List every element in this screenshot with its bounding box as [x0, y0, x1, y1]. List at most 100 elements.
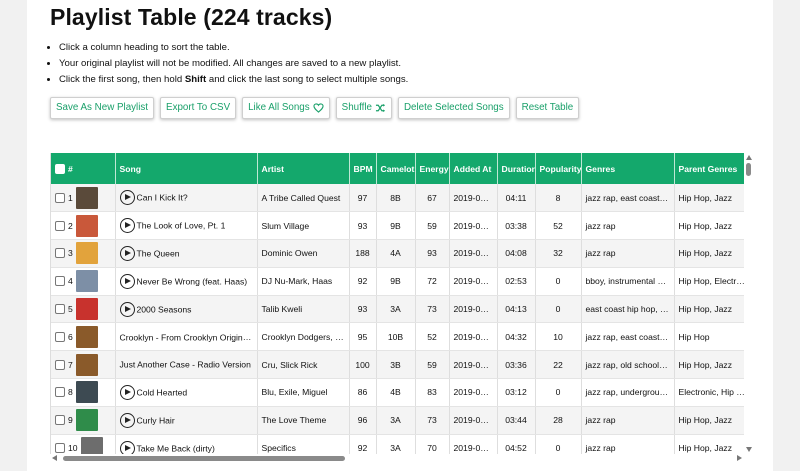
cell-song: Never Be Wrong (feat. Haas)	[115, 267, 258, 296]
like-all-songs-button[interactable]: Like All Songs	[242, 97, 330, 119]
table-row[interactable]: 3 The Queen Dominic Owen 188 4A 93 2019-03-12 0…	[51, 239, 744, 268]
column-header-energy[interactable]: Energy	[415, 153, 450, 184]
export-to-csv-button[interactable]: Export To CSV	[160, 97, 237, 119]
cell-popularity: 10	[535, 322, 582, 352]
cell-duration: 03:44	[497, 406, 536, 435]
column-header-song[interactable]: Song	[115, 153, 258, 184]
horizontal-scrollbar[interactable]	[50, 454, 744, 463]
play-icon[interactable]	[119, 218, 135, 234]
cell-song: Curly Hair	[115, 406, 258, 435]
row-checkbox[interactable]	[55, 359, 65, 370]
cell-artist: The Love Theme	[257, 406, 350, 435]
row-checkbox[interactable]	[55, 248, 65, 259]
cell-duration: 04:11	[497, 184, 536, 213]
column-header-artist[interactable]: Artist	[257, 153, 350, 184]
playlist-table-container: # Song Artist BPM Camelot Energy Added A…	[50, 153, 744, 454]
cell-bpm: 97	[349, 184, 377, 213]
cell-index: 6	[51, 322, 116, 352]
instruction-item: Click a column heading to sort the table…	[59, 40, 408, 56]
scroll-up-icon[interactable]	[746, 155, 752, 160]
table-row[interactable]: 6 Crooklyn - From Crooklyn Original … Croo…	[51, 322, 744, 352]
cell-bpm: 93	[349, 295, 377, 324]
column-header-popularity[interactable]: Popularity	[535, 153, 582, 184]
select-all-checkbox[interactable]	[55, 163, 65, 174]
cell-added-at: 2019-04-26	[449, 406, 498, 435]
column-header-genres[interactable]: Genres	[581, 153, 675, 184]
cell-popularity: 28	[535, 406, 582, 435]
table-row[interactable]: 9 Curly Hair The Love Theme 96 3A 73 2019-04-2…	[51, 406, 744, 435]
column-header-added-at[interactable]: Added At	[449, 153, 498, 184]
reset-table-button[interactable]: Reset Table	[515, 97, 580, 119]
album-cover	[75, 353, 98, 376]
cell-genres: jazz rap, old school hi…	[581, 350, 675, 380]
cell-energy: 93	[415, 239, 450, 268]
table-row[interactable]: 10 Take Me Back (dirty) Specifics 92 3A 70 201…	[51, 434, 744, 454]
cell-artist: Talib Kweli	[257, 295, 350, 324]
scroll-left-icon[interactable]	[52, 455, 57, 461]
cell-popularity: 32	[535, 239, 582, 268]
column-header-camelot[interactable]: Camelot	[376, 153, 416, 184]
vertical-scroll-thumb[interactable]	[746, 163, 751, 176]
cell-artist: Dominic Owen	[257, 239, 350, 268]
cell-popularity: 0	[535, 267, 582, 296]
cell-added-at: 2019-03-12	[449, 295, 498, 324]
table-row[interactable]: 1 Can I Kick It? A Tribe Called Quest 97 8B 6…	[51, 184, 744, 213]
row-checkbox[interactable]	[55, 192, 65, 203]
cell-bpm: 188	[349, 239, 377, 268]
cell-added-at: 2019-03-12	[449, 184, 498, 213]
table-row[interactable]: 4 Never Be Wrong (feat. Haas) DJ Nu-Mark, …	[51, 267, 744, 296]
column-header-duration[interactable]: Duration	[497, 153, 536, 184]
cell-parent-genres: Hip Hop, Jazz	[674, 239, 744, 268]
row-checkbox[interactable]	[55, 220, 65, 231]
vertical-scrollbar[interactable]	[745, 153, 753, 454]
row-checkbox[interactable]	[55, 443, 65, 454]
cell-duration: 04:32	[497, 322, 536, 352]
instructions-list: Click a column heading to sort the table…	[39, 40, 408, 88]
delete-selected-songs-button[interactable]: Delete Selected Songs	[397, 97, 510, 119]
row-checkbox[interactable]	[55, 387, 65, 398]
column-header-parent-genres[interactable]: Parent Genres	[674, 153, 744, 184]
cell-added-at: 2019-03-12	[449, 378, 498, 407]
cell-energy: 59	[415, 350, 450, 380]
play-icon[interactable]	[119, 190, 135, 206]
cell-artist: Blu, Exile, Miguel	[257, 378, 350, 407]
cell-duration: 04:13	[497, 295, 536, 324]
table-row[interactable]: 2 The Look of Love, Pt. 1 Slum Village 93 9B…	[51, 211, 744, 241]
table-row[interactable]: 7 Just Another Case - Radio Version Cru, S…	[51, 350, 744, 380]
cell-artist: DJ Nu-Mark, Haas	[257, 267, 350, 296]
shuffle-button[interactable]: Shuffle	[335, 97, 392, 119]
cell-index: 1	[51, 184, 116, 213]
row-checkbox[interactable]	[55, 331, 65, 342]
cell-index: 5	[51, 295, 116, 324]
table-row[interactable]: 8 Cold Hearted Blu, Exile, Miguel 86 4B 83 201…	[51, 378, 744, 407]
cell-parent-genres: Hip Hop, Electronic	[674, 267, 744, 296]
column-header-index[interactable]: #	[51, 153, 116, 184]
cell-genres: jazz rap, east coast hi…	[581, 322, 675, 352]
cell-camelot: 4B	[376, 378, 416, 407]
toolbar: Save As New Playlist Export To CSV Like …	[50, 97, 580, 119]
cell-song: Just Another Case - Radio Version	[115, 350, 258, 380]
scroll-right-icon[interactable]	[737, 455, 742, 461]
scroll-down-icon[interactable]	[746, 447, 752, 452]
horizontal-scroll-thumb[interactable]	[63, 456, 345, 461]
cell-artist: A Tribe Called Quest	[257, 184, 350, 213]
cell-added-at: 2019-03-12	[449, 350, 498, 380]
play-icon[interactable]	[119, 245, 135, 261]
row-checkbox[interactable]	[55, 276, 65, 287]
cell-energy: 70	[415, 434, 450, 454]
play-icon[interactable]	[119, 301, 135, 317]
row-checkbox[interactable]	[55, 415, 65, 426]
cell-duration: 02:53	[497, 267, 536, 296]
table-row[interactable]: 5 2000 Seasons Talib Kweli 93 3A 73 2019-03-12…	[51, 295, 744, 324]
row-checkbox[interactable]	[55, 304, 65, 315]
play-icon[interactable]	[119, 440, 135, 454]
play-icon[interactable]	[119, 412, 135, 428]
play-icon[interactable]	[119, 384, 135, 400]
cell-artist: Cru, Slick Rick	[257, 350, 350, 380]
save-as-new-playlist-button[interactable]: Save As New Playlist	[50, 97, 155, 119]
play-icon[interactable]	[119, 273, 135, 289]
column-header-bpm[interactable]: BPM	[349, 153, 377, 184]
cell-index: 10	[51, 434, 116, 454]
cell-added-at: 2019-03-12	[449, 434, 498, 454]
cell-genres: bboy, instrumental hi…	[581, 267, 675, 296]
